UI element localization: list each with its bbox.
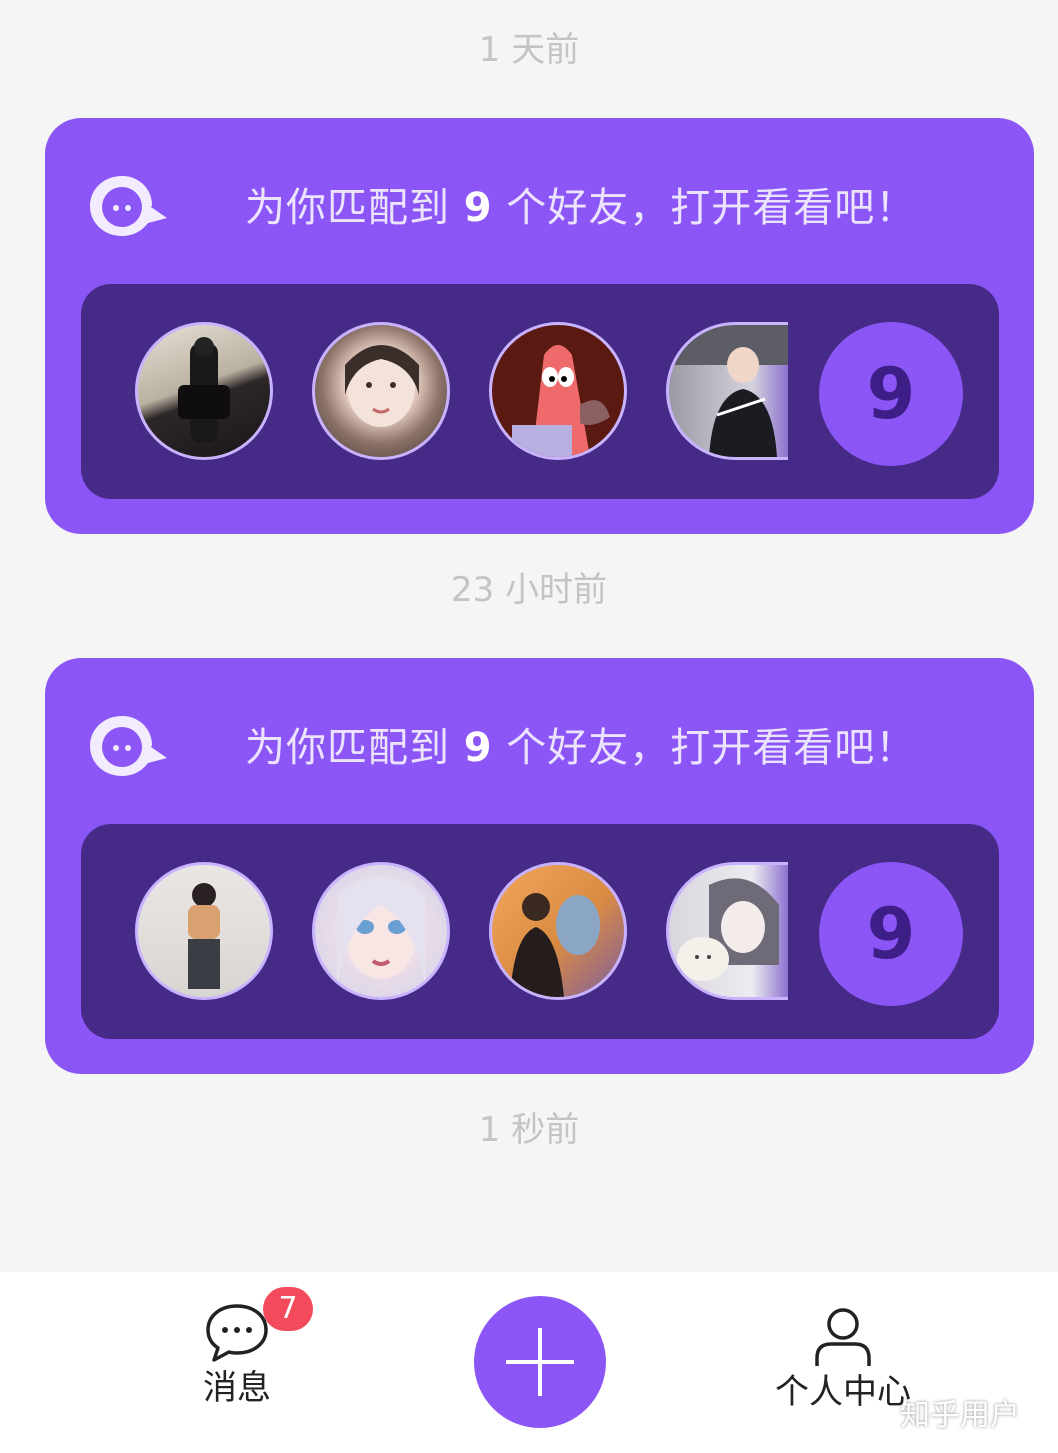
avatar-panel: 9 — [81, 284, 999, 499]
title-prefix: 为你匹配到 — [245, 185, 450, 231]
more-friends-count[interactable]: 9 — [819, 322, 963, 466]
nav-profile[interactable]: 个人中心 — [770, 1306, 916, 1412]
nav-profile-label: 个人中心 — [775, 1372, 911, 1412]
match-card[interactable]: 为你匹配到 9 个好友，打开看看吧！ 9 — [45, 658, 1034, 1074]
plus-icon — [506, 1328, 574, 1396]
avatar[interactable] — [135, 322, 273, 460]
avatar[interactable] — [666, 862, 788, 1000]
more-friends-count[interactable]: 9 — [819, 862, 963, 1006]
avatar[interactable] — [666, 322, 788, 460]
message-feed: 1 天前 为你匹配到 9 个好友，打开看看吧！ 9 23 小时前 为你匹配到 9… — [0, 0, 1058, 1272]
unread-badge: 7 — [263, 1287, 313, 1331]
match-count: 9 — [463, 185, 493, 231]
watermark: 知乎用户 — [900, 1398, 1020, 1433]
match-card[interactable]: 为你匹配到 9 个好友，打开看看吧！ 9 — [45, 118, 1034, 534]
avatar[interactable] — [312, 862, 450, 1000]
timestamp: 1 天前 — [478, 30, 580, 70]
title-suffix: 个好友，打开看看吧！ — [506, 185, 917, 231]
nav-messages-label: 消息 — [203, 1368, 271, 1408]
add-button[interactable] — [474, 1296, 606, 1428]
avatar[interactable] — [312, 322, 450, 460]
card-header: 为你匹配到 9 个好友，打开看看吧！ — [89, 712, 994, 782]
avatar-panel: 9 — [81, 824, 999, 1039]
chat-bubble-icon — [206, 1304, 268, 1362]
title-prefix: 为你匹配到 — [245, 725, 450, 771]
card-title: 为你匹配到 9 个好友，打开看看吧！ — [245, 182, 916, 234]
card-title: 为你匹配到 9 个好友，打开看看吧！ — [245, 722, 916, 774]
timestamp: 1 秒前 — [478, 1110, 580, 1150]
avatar[interactable] — [489, 322, 627, 460]
cat-chat-logo-icon — [90, 176, 167, 236]
cat-chat-logo-icon — [90, 716, 167, 776]
match-count: 9 — [463, 725, 493, 771]
timestamp: 23 小时前 — [450, 570, 608, 610]
avatar[interactable] — [135, 862, 273, 1000]
avatar[interactable] — [489, 862, 627, 1000]
title-suffix: 个好友，打开看看吧！ — [506, 725, 917, 771]
user-icon — [815, 1308, 871, 1366]
card-header: 为你匹配到 9 个好友，打开看看吧！ — [89, 172, 994, 242]
